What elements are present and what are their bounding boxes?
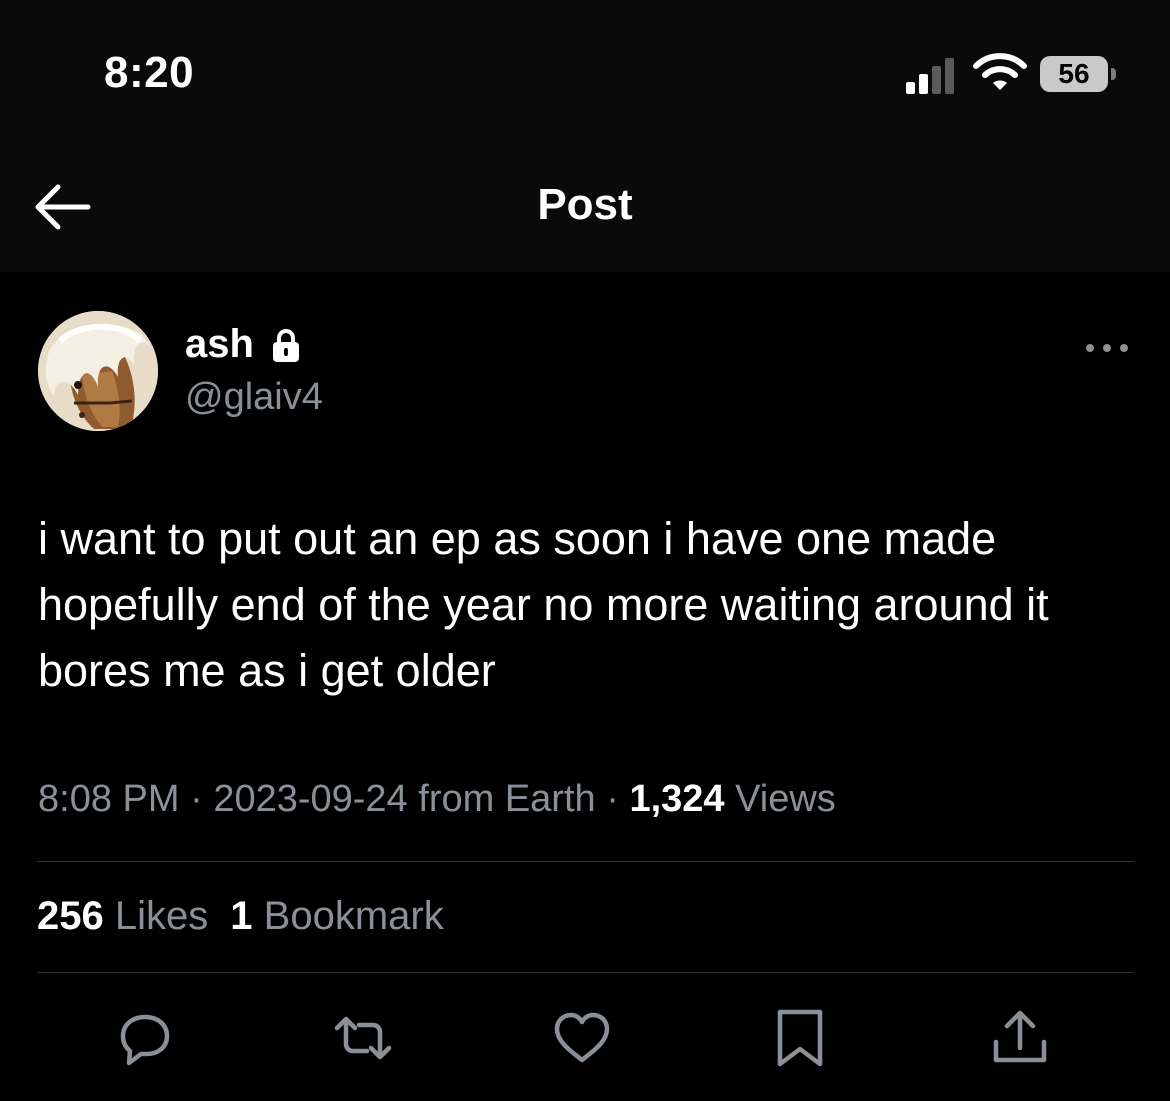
divider: [37, 972, 1134, 973]
display-name[interactable]: ash: [185, 322, 254, 367]
bookmark-icon[interactable]: [770, 1008, 830, 1068]
wifi-icon: [973, 53, 1027, 90]
like-icon[interactable]: [552, 1008, 612, 1068]
views-count: 1,324: [629, 778, 725, 820]
user-handle[interactable]: @glaiv4: [185, 376, 323, 419]
avatar-image: [38, 311, 158, 431]
top-bar: 8:20 56 Post: [0, 0, 1170, 272]
post-location: from Earth: [418, 778, 596, 820]
status-icons: 56: [900, 50, 1130, 100]
likes-stat[interactable]: 256 Likes: [37, 894, 208, 938]
bookmarks-stat[interactable]: 1 Bookmark: [230, 894, 443, 938]
post-metadata: 8:08 PM · 2023-09-24 from Earth · 1,324 …: [38, 778, 836, 820]
post-stats: 256 Likes 1 Bookmark: [37, 894, 466, 939]
page-title: Post: [537, 180, 633, 229]
battery-tip: [1111, 68, 1116, 80]
bookmarks-count: 1: [230, 894, 253, 938]
lock-icon: [273, 329, 299, 362]
divider: [37, 861, 1134, 862]
post-date: 2023-09-24: [213, 778, 408, 820]
status-time: 8:20: [104, 48, 195, 97]
likes-count: 256: [37, 894, 104, 938]
share-icon[interactable]: [990, 1008, 1050, 1068]
battery-icon: 56: [1040, 56, 1108, 92]
reply-icon[interactable]: [115, 1008, 175, 1068]
post-text: i want to put out an ep as soon i have o…: [38, 513, 1049, 696]
avatar[interactable]: [38, 311, 158, 431]
views-label: Views: [735, 778, 836, 820]
repost-icon[interactable]: [333, 1008, 393, 1068]
bookmarks-label: Bookmark: [263, 894, 444, 938]
signal-icon: [906, 58, 954, 94]
post-time: 8:08 PM: [38, 778, 180, 820]
likes-label: Likes: [114, 894, 209, 938]
more-icon[interactable]: [1082, 336, 1132, 360]
